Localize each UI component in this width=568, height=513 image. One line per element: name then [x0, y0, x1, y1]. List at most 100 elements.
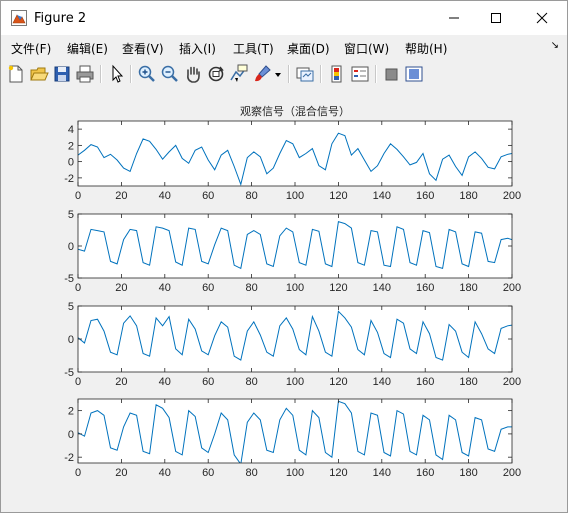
x-tick-label: 40 [159, 467, 171, 479]
rotate-3d-icon[interactable] [206, 64, 226, 84]
x-tick-label: 0 [75, 282, 81, 294]
new-figure-icon[interactable] [6, 64, 26, 84]
menu-view[interactable]: 查看(V) [122, 40, 164, 57]
x-tick-label: 40 [159, 376, 171, 388]
x-tick-label: 100 [286, 190, 304, 202]
x-tick-label: 160 [416, 190, 434, 202]
close-button[interactable] [519, 1, 565, 35]
window-title: Figure 2 [34, 11, 87, 26]
y-tick-label: 4 [68, 124, 74, 136]
menu-bar: 文件(F) 编辑(E) 查看(V) 插入(I) 工具(T) 桌面(D) 窗口(W… [1, 37, 567, 59]
x-tick-label: 200 [503, 190, 521, 202]
x-tick-label: 200 [503, 467, 521, 479]
x-tick-label: 20 [115, 467, 127, 479]
x-tick-label: 40 [159, 190, 171, 202]
maximize-button[interactable] [473, 1, 519, 35]
data-cursor-icon[interactable] [229, 64, 249, 84]
toolbar-separator [320, 65, 322, 83]
x-tick-label: 20 [115, 282, 127, 294]
minimize-icon [449, 17, 459, 19]
toolbar-separator [100, 65, 102, 83]
close-icon [536, 12, 548, 24]
matlab-figure-icon [11, 10, 27, 26]
pan-hand-icon[interactable] [183, 64, 203, 84]
subplots-canvas[interactable]: 观察信号（混合信号）0 20 40 60 80 100 120 140 160 180 200-20… [5, 89, 561, 507]
x-tick-label: 180 [459, 467, 477, 479]
menu-edit[interactable]: 编辑(E) [67, 40, 108, 57]
open-file-icon[interactable] [29, 64, 49, 84]
maximize-icon [491, 13, 501, 23]
menu-help[interactable]: 帮助(H) [405, 40, 447, 57]
axes-1 [78, 121, 512, 186]
x-tick-label: 180 [459, 376, 477, 388]
x-tick-label: 60 [202, 282, 214, 294]
x-tick-label: 140 [373, 376, 391, 388]
x-tick-label: 200 [503, 282, 521, 294]
chart-title: 观察信号（混合信号） [240, 104, 350, 118]
menu-overflow-icon[interactable]: ↘ [551, 40, 559, 51]
legend-icon[interactable] [350, 64, 370, 84]
toolbar-separator [288, 65, 290, 83]
y-tick-label: -5 [64, 367, 74, 379]
y-tick-label: 2 [68, 406, 74, 418]
toolbar-separator [130, 65, 132, 83]
y-tick-label: 0 [68, 334, 74, 346]
link-plot-icon[interactable] [295, 64, 315, 84]
y-tick-label: 0 [68, 429, 74, 441]
print-icon[interactable] [75, 64, 95, 84]
show-plot-tools-icon[interactable] [404, 64, 424, 84]
x-tick-label: 60 [202, 376, 214, 388]
x-tick-label: 160 [416, 467, 434, 479]
x-tick-label: 140 [373, 467, 391, 479]
x-tick-label: 120 [329, 376, 347, 388]
x-tick-label: 20 [115, 376, 127, 388]
zoom-out-icon[interactable] [160, 64, 180, 84]
x-tick-label: 100 [286, 282, 304, 294]
x-tick-label: 40 [159, 282, 171, 294]
figure-window: Figure 2 文件(F) 编辑(E) 查看(V) 插入(I) 工具(T) 桌… [0, 0, 568, 513]
x-tick-label: 80 [245, 190, 257, 202]
minimize-button[interactable] [431, 1, 477, 35]
menu-file[interactable]: 文件(F) [11, 40, 51, 57]
x-tick-label: 80 [245, 282, 257, 294]
y-tick-label: 2 [68, 140, 74, 152]
menu-tools[interactable]: 工具(T) [233, 40, 274, 57]
colorbar-icon[interactable] [327, 64, 347, 84]
x-tick-label: 140 [373, 282, 391, 294]
save-icon[interactable] [52, 64, 72, 84]
x-tick-label: 160 [416, 282, 434, 294]
x-tick-label: 60 [202, 467, 214, 479]
figure-toolbar [1, 61, 567, 87]
x-tick-label: 60 [202, 190, 214, 202]
x-tick-label: 100 [286, 376, 304, 388]
brush-dropdown-icon[interactable] [273, 64, 283, 84]
menu-window[interactable]: 窗口(W) [344, 40, 389, 57]
menu-insert[interactable]: 插入(I) [179, 40, 216, 57]
x-tick-label: 200 [503, 376, 521, 388]
menu-desktop[interactable]: 桌面(D) [287, 40, 330, 57]
x-tick-label: 80 [245, 376, 257, 388]
y-tick-label: 0 [68, 241, 74, 253]
x-tick-label: 120 [329, 190, 347, 202]
x-tick-label: 140 [373, 190, 391, 202]
y-tick-label: 5 [68, 209, 74, 221]
pointer-icon[interactable] [107, 64, 127, 84]
brush-icon[interactable] [252, 64, 272, 84]
zoom-in-icon[interactable] [137, 64, 157, 84]
toolbar-separator [375, 65, 377, 83]
x-tick-label: 0 [75, 467, 81, 479]
hide-plot-tools-icon[interactable] [382, 64, 402, 84]
x-tick-label: 0 [75, 376, 81, 388]
figure-canvas: 观察信号（混合信号） 0 20 40 60 80 100 120 140 160 180 200 -2 0… [5, 89, 561, 507]
x-tick-label: 120 [329, 282, 347, 294]
y-tick-label: 5 [68, 301, 74, 313]
x-tick-label: 160 [416, 376, 434, 388]
x-tick-label: 180 [459, 190, 477, 202]
title-bar[interactable]: Figure 2 [1, 1, 567, 35]
x-tick-label: 80 [245, 467, 257, 479]
x-tick-label: 0 [75, 190, 81, 202]
axes-2 [78, 214, 512, 278]
y-tick-label: -2 [64, 452, 74, 464]
x-tick-label: 120 [329, 467, 347, 479]
x-tick-label: 100 [286, 467, 304, 479]
